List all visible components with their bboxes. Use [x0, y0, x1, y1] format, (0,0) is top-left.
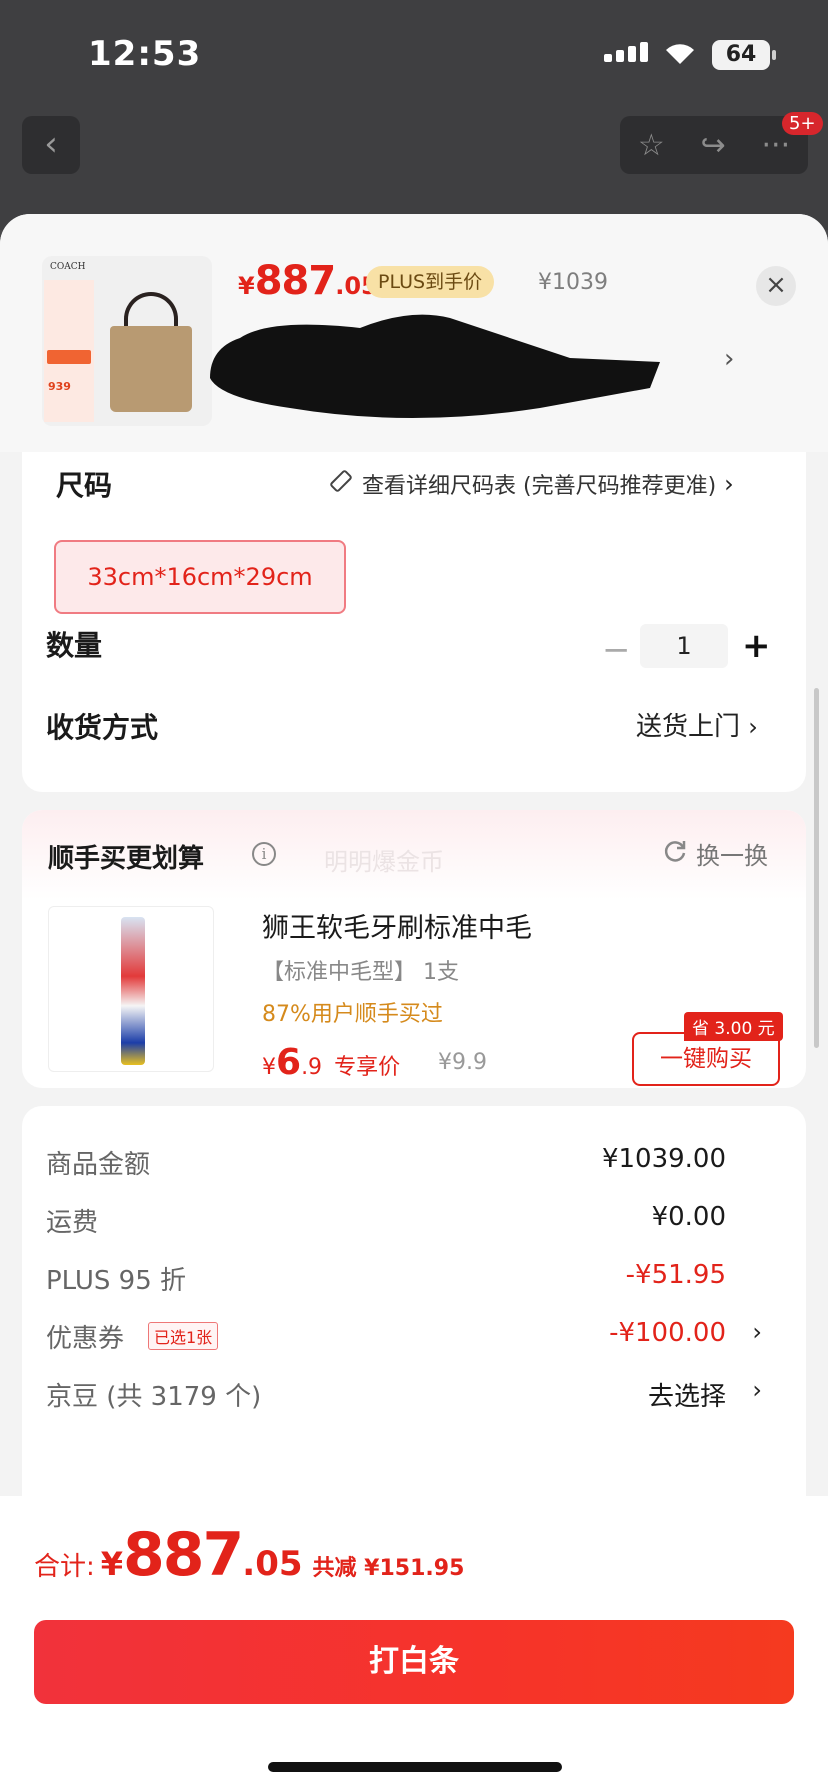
home-indicator[interactable] — [268, 1762, 562, 1772]
product-image[interactable]: COACH 939 — [42, 256, 212, 426]
status-bar: 12:53 64 — [0, 30, 828, 80]
coupon-selected-badge: 已选1张 — [148, 1322, 219, 1350]
nav-actions: ☆ ↪ ··· — [620, 116, 808, 174]
addon-spec: 【标准中毛型】 1支 — [262, 960, 459, 985]
addon-card: 顺手买更划算 i 明明爆金币 换一换 狮王软毛牙刷标准中毛 【标准中毛型】 1支… — [22, 810, 806, 1088]
cellular-signal-icon — [604, 42, 648, 62]
status-time: 12:53 — [88, 34, 202, 74]
plus-price-badge: PLUS到手价 — [366, 266, 495, 298]
summary-row-jingdou[interactable]: 京豆 (共 3179 个) 去选择 › — [46, 1376, 786, 1416]
savings-tag: 省 3.00 元 — [684, 1012, 783, 1041]
addon-product-name[interactable]: 狮王软毛牙刷标准中毛 — [262, 906, 532, 945]
order-total: 合计: ¥ 887 .05 共减 ¥151.95 — [34, 1520, 465, 1590]
info-icon[interactable]: i — [252, 842, 276, 866]
chevron-right-icon: › — [724, 470, 734, 498]
chevron-right-icon: › — [752, 1376, 762, 1404]
chevron-right-icon: › — [752, 1318, 762, 1346]
chevron-left-icon: ‹ — [44, 124, 58, 164]
addon-original-price: ¥9.9 — [438, 1050, 487, 1075]
summary-row-coupon[interactable]: 优惠券 已选1张 -¥100.00 › — [46, 1318, 786, 1358]
options-card: 尺码 查看详细尺码表 (完善尺码推荐更准) › 33cm*16cm*29cm 数… — [22, 452, 806, 792]
wifi-icon — [662, 38, 698, 70]
refresh-icon — [662, 838, 688, 870]
star-icon[interactable]: ☆ — [638, 128, 665, 163]
delivery-method[interactable]: 送货上门 › — [636, 706, 758, 743]
addon-price: ¥ 6 .9 专享价 — [262, 1042, 401, 1083]
back-button[interactable]: ‹ — [22, 116, 80, 174]
chevron-right-icon: › — [748, 713, 758, 741]
quantity-title: 数量 — [46, 629, 103, 662]
bag-body — [110, 326, 192, 412]
swap-button[interactable]: 换一换 — [662, 836, 768, 871]
share-icon[interactable]: ↪ — [701, 128, 726, 163]
message-badge: 5+ — [782, 112, 823, 135]
summary-row-plus-discount: PLUS 95 折 -¥51.95 — [46, 1260, 726, 1296]
original-price: ¥1039 — [538, 270, 608, 295]
promo-price: 939 — [48, 380, 71, 393]
size-chart-link[interactable]: 查看详细尺码表 (完善尺码推荐更准) › — [328, 468, 734, 500]
spec-chevron-icon[interactable]: › — [724, 344, 734, 374]
close-button[interactable]: × — [756, 266, 796, 306]
summary-row-shipping: 运费 ¥0.00 — [46, 1202, 726, 1238]
ruler-icon — [328, 468, 354, 500]
battery-indicator: 64 — [712, 40, 776, 70]
delivery-title: 收货方式 — [46, 711, 159, 744]
quantity-decrease-button[interactable]: − — [602, 630, 631, 670]
close-icon: × — [765, 270, 787, 300]
addon-product-image[interactable] — [48, 906, 214, 1072]
scrollbar[interactable] — [814, 688, 819, 1048]
size-option-selected[interactable]: 33cm*16cm*29cm — [54, 540, 346, 614]
size-title: 尺码 — [56, 469, 113, 502]
summary-row-subtotal: 商品金额 ¥1039.00 — [46, 1144, 726, 1180]
pay-button[interactable]: 打白条 — [34, 1620, 794, 1704]
product-header: COACH 939 ¥ 887 .05 PLUS到手价 ¥1039 › × — [0, 214, 828, 452]
quantity-increase-button[interactable]: + — [742, 626, 771, 666]
checkout-footer: 合计: ¥ 887 .05 共减 ¥151.95 打白条 — [0, 1496, 828, 1792]
watermark-text: 明明爆金币 — [324, 848, 444, 876]
redaction-mark — [210, 314, 660, 418]
total-savings: 共减 ¥151.95 — [312, 1556, 465, 1581]
size-chart-label: 查看详细尺码表 (完善尺码推荐更准) — [362, 474, 717, 499]
promo-strip: 939 — [44, 280, 94, 422]
addon-title: 顺手买更划算 — [48, 844, 205, 874]
addon-purchase-rate: 87%用户顺手买过 — [262, 1002, 443, 1027]
quantity-input[interactable]: 1 — [640, 624, 728, 668]
brand-logo: COACH — [50, 262, 86, 272]
purchase-sheet: COACH 939 ¥ 887 .05 PLUS到手价 ¥1039 › × 尺码… — [0, 214, 828, 1792]
